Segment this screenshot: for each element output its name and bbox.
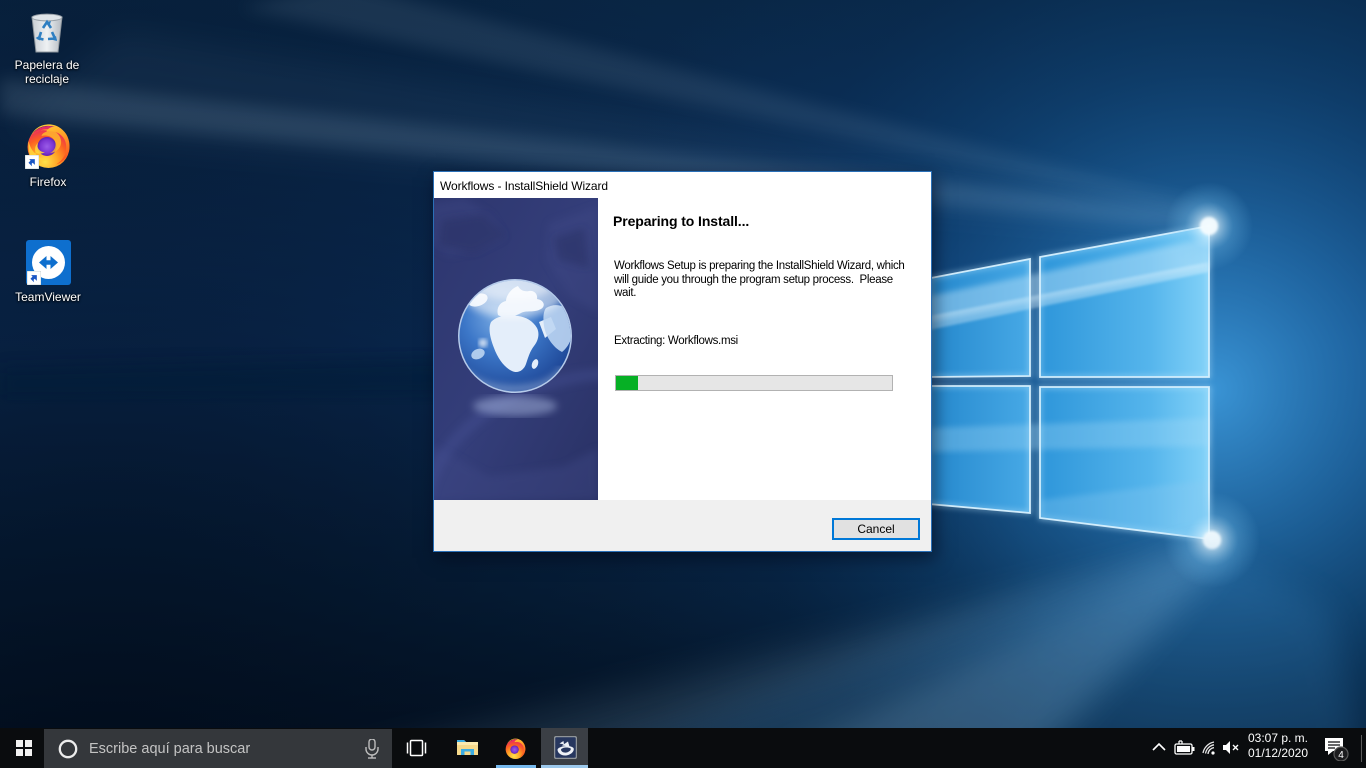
- svg-text:4: 4: [1338, 750, 1344, 761]
